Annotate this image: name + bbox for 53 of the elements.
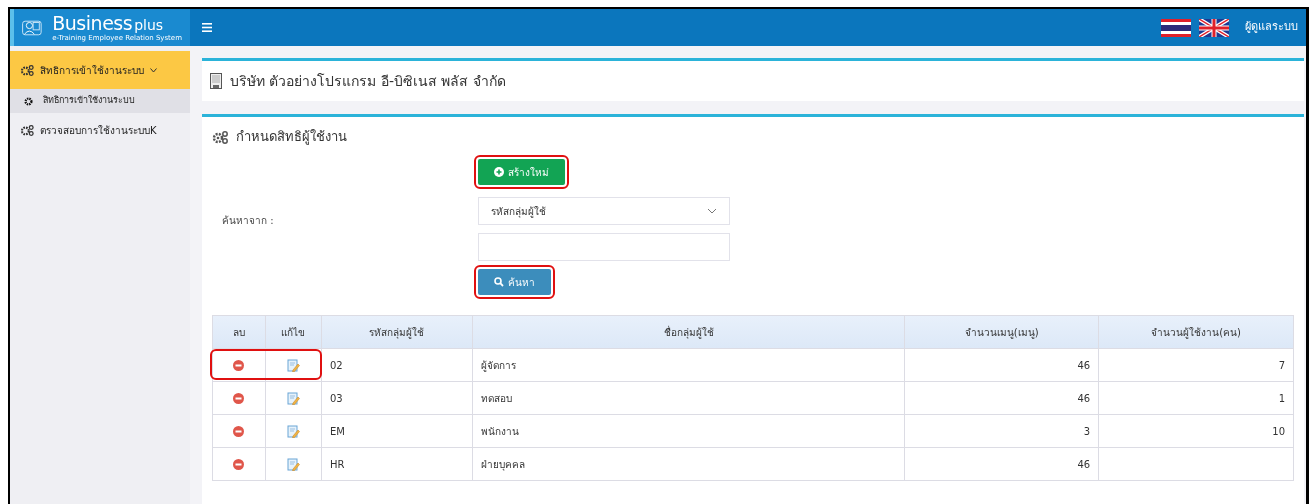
brand-name: Business [52,13,133,33]
sidebar-item[interactable]: ตรวจสอบการใช้งานระบบK [10,113,190,147]
user-name[interactable]: ผู้ดูแลระบบ [1245,19,1298,36]
edit-icon[interactable] [286,359,300,372]
table-cell: EM [321,414,473,448]
search-field[interactable] [478,233,730,261]
column-header: รหัสกลุ่มผู้ใช้ [321,315,473,349]
search-button[interactable]: ค้นหา [478,269,551,295]
menu-icon[interactable] [202,23,212,32]
delete-icon[interactable] [233,360,245,371]
edit-icon[interactable] [286,425,300,438]
thai-flag-icon[interactable] [1161,18,1191,37]
uk-flag-icon[interactable] [1199,18,1229,37]
panel-title: กำหนดสิทธิผู้ใช้งาน [236,128,347,147]
brand-suffix: plus [134,17,164,32]
company-title: บริษัท ตัวอย่างโปรแกรม อี-บิซิเนส พลัส จำกัด [230,71,506,91]
gears-icon [20,124,34,136]
delete-icon[interactable] [233,426,245,437]
table-cell: 02 [321,348,473,382]
table-cell: 46 [904,348,1099,382]
column-header: จำนวนผู้ใช้งาน(คน) [1098,315,1294,349]
delete-icon[interactable] [233,393,245,404]
gear-icon [24,96,33,106]
column-header: ชื่อกลุ่มผู้ใช้ [472,315,905,349]
table-cell: HR [321,447,473,481]
building-icon [210,73,222,89]
table-cell: 10 [1098,414,1294,448]
search-by-select[interactable]: รหัสกลุ่มผู้ใช้ [478,197,730,225]
gears-icon [20,64,34,76]
table-cell: 7 [1098,348,1294,382]
gears-icon [212,130,228,144]
search-label: ค้นหาจาก : [222,215,274,226]
column-header: ลบ [212,315,266,349]
sidebar-subitem[interactable]: สิทธิการเข้าใช้งานระบบ [10,89,190,113]
chevron-down-icon [707,208,717,214]
search-icon [494,277,504,287]
edit-icon[interactable] [286,392,300,405]
column-header: แก้ไข [265,315,322,349]
table-cell: ผู้จัดการ [472,348,905,382]
plus-icon [494,167,504,177]
table-cell: 3 [904,414,1099,448]
table-cell: 03 [321,381,473,415]
table-cell: 46 [904,381,1099,415]
column-header: จำนวนเมนู(เมนู) [904,315,1099,349]
edit-icon[interactable] [286,458,300,471]
table-cell: 1 [1098,381,1294,415]
sidebar-item[interactable]: สิทธิการเข้าใช้งานระบบ [10,51,190,89]
table-cell: พนักงาน [472,414,905,448]
delete-icon[interactable] [233,459,245,470]
table-cell: ทดสอบ [472,381,905,415]
table-cell: 46 [904,447,1099,481]
chevron-down-icon [150,67,157,73]
table-cell: ฝ่ายบุคคล [472,447,905,481]
